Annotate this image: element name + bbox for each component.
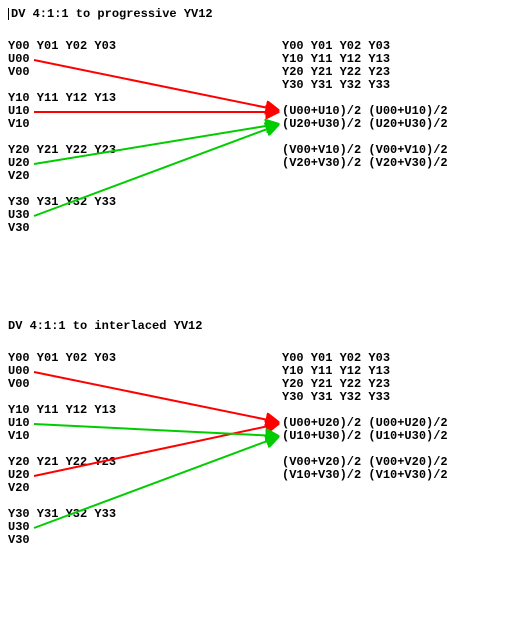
title-text: DV 4:1:1 to progressive YV12 [11,7,213,21]
text-row: Y30 Y31 Y32 Y33 [282,79,448,92]
text-row: (V20+V30)/2 (V20+V30)/2 [282,157,448,170]
text-row: Y30 Y31 Y32 Y33 [282,391,448,404]
right-column: Y00 Y01 Y02 Y03Y10 Y11 Y12 Y13Y20 Y21 Y2… [282,352,448,482]
section-progressive: DV 4:1:1 to progressive YV12 Y00 Y01 Y02… [8,8,512,280]
section-interlaced: DV 4:1:1 to interlaced YV12 Y00 Y01 Y02 … [8,320,512,592]
title-interlaced: DV 4:1:1 to interlaced YV12 [8,320,512,332]
text-row: V20 [8,170,116,183]
text-row: (V10+V30)/2 (V10+V30)/2 [282,469,448,482]
text-row: (U20+U30)/2 (U20+U30)/2 [282,118,448,131]
right-column: Y00 Y01 Y02 Y03Y10 Y11 Y12 Y13Y20 Y21 Y2… [282,40,448,170]
text-row: V30 [8,222,116,235]
title-progressive: DV 4:1:1 to progressive YV12 [8,8,512,20]
text-row: V00 [8,66,116,79]
diagram-interlaced: Y00 Y01 Y02 Y03U00V00Y10 Y11 Y12 Y13U10V… [8,352,512,592]
left-column: Y00 Y01 Y02 Y03U00V00Y10 Y11 Y12 Y13U10V… [8,40,116,235]
text-cursor [8,8,9,20]
diagram-progressive: Y00 Y01 Y02 Y03U00V00Y10 Y11 Y12 Y13U10V… [8,40,512,280]
text-row: V10 [8,430,116,443]
text-row: (U10+U30)/2 (U10+U30)/2 [282,430,448,443]
left-column: Y00 Y01 Y02 Y03U00V00Y10 Y11 Y12 Y13U10V… [8,352,116,547]
text-row: V10 [8,118,116,131]
text-row: V20 [8,482,116,495]
text-row: V30 [8,534,116,547]
text-row: V00 [8,378,116,391]
